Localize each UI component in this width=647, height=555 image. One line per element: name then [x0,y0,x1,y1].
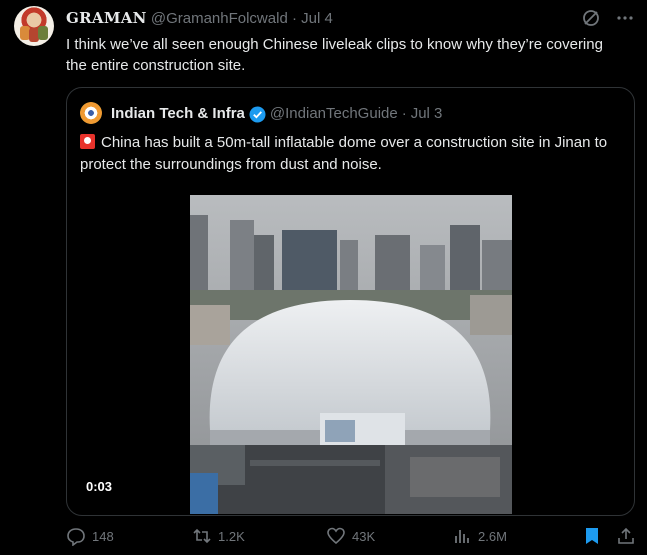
repost-button[interactable]: 1.2K [192,526,245,546]
avatar[interactable] [14,6,54,46]
reply-count: 148 [92,528,114,544]
quote-author-name[interactable]: Indian Tech & Infra [111,104,245,124]
bookmark-button[interactable] [582,526,602,546]
author-handle[interactable]: @GramanhFolcwald [151,10,288,27]
quote-header: Indian Tech & Infra @IndianTechGuide · J… [111,104,442,124]
views-icon [452,526,472,546]
quoted-tweet[interactable]: Indian Tech & Infra @IndianTechGuide · J… [66,87,635,516]
views-button[interactable]: 2.6M [452,526,507,546]
tweet-header: GRAMAN @GramanhFolcwald · Jul 4 [66,8,333,29]
author-name[interactable]: GRAMAN [66,9,147,27]
like-button[interactable]: 43K [326,526,375,546]
reply-icon [66,526,86,546]
tweet-actions: 148 1.2K 43K 2.6M [66,526,640,550]
reply-button[interactable]: 148 [66,526,114,546]
bookmark-icon [582,526,602,546]
tweet[interactable]: GRAMAN @GramanhFolcwald · Jul 4 I think … [0,0,647,555]
video-timestamp: 0:03 [80,477,119,496]
separator: · [401,105,407,122]
share-icon [616,526,636,546]
separator: · [291,10,297,27]
tweet-date[interactable]: Jul 4 [301,10,333,27]
views-count: 2.6M [478,528,507,544]
quote-text: China has built a 50m-tall inflatable do… [80,132,625,176]
tweet-top-icons [581,8,635,28]
share-button[interactable] [616,526,636,546]
quote-date[interactable]: Jul 3 [411,104,443,124]
verified-icon [249,106,266,123]
grok-icon[interactable] [581,8,601,28]
like-count: 43K [352,528,376,544]
siren-icon [80,134,95,149]
tweet-text: I think we’ve all seen enough Chinese li… [66,36,603,74]
quote-author-handle[interactable]: @IndianTechGuide [270,104,398,124]
quote-text-body: China has built a 50m-tall inflatable do… [80,134,608,173]
repost-count: 1.2K [218,528,245,544]
video-player[interactable] [190,195,512,514]
more-icon[interactable] [615,8,635,28]
like-icon [326,526,346,546]
quote-avatar[interactable] [80,102,102,124]
video-frame [190,195,512,514]
repost-icon [192,526,212,546]
